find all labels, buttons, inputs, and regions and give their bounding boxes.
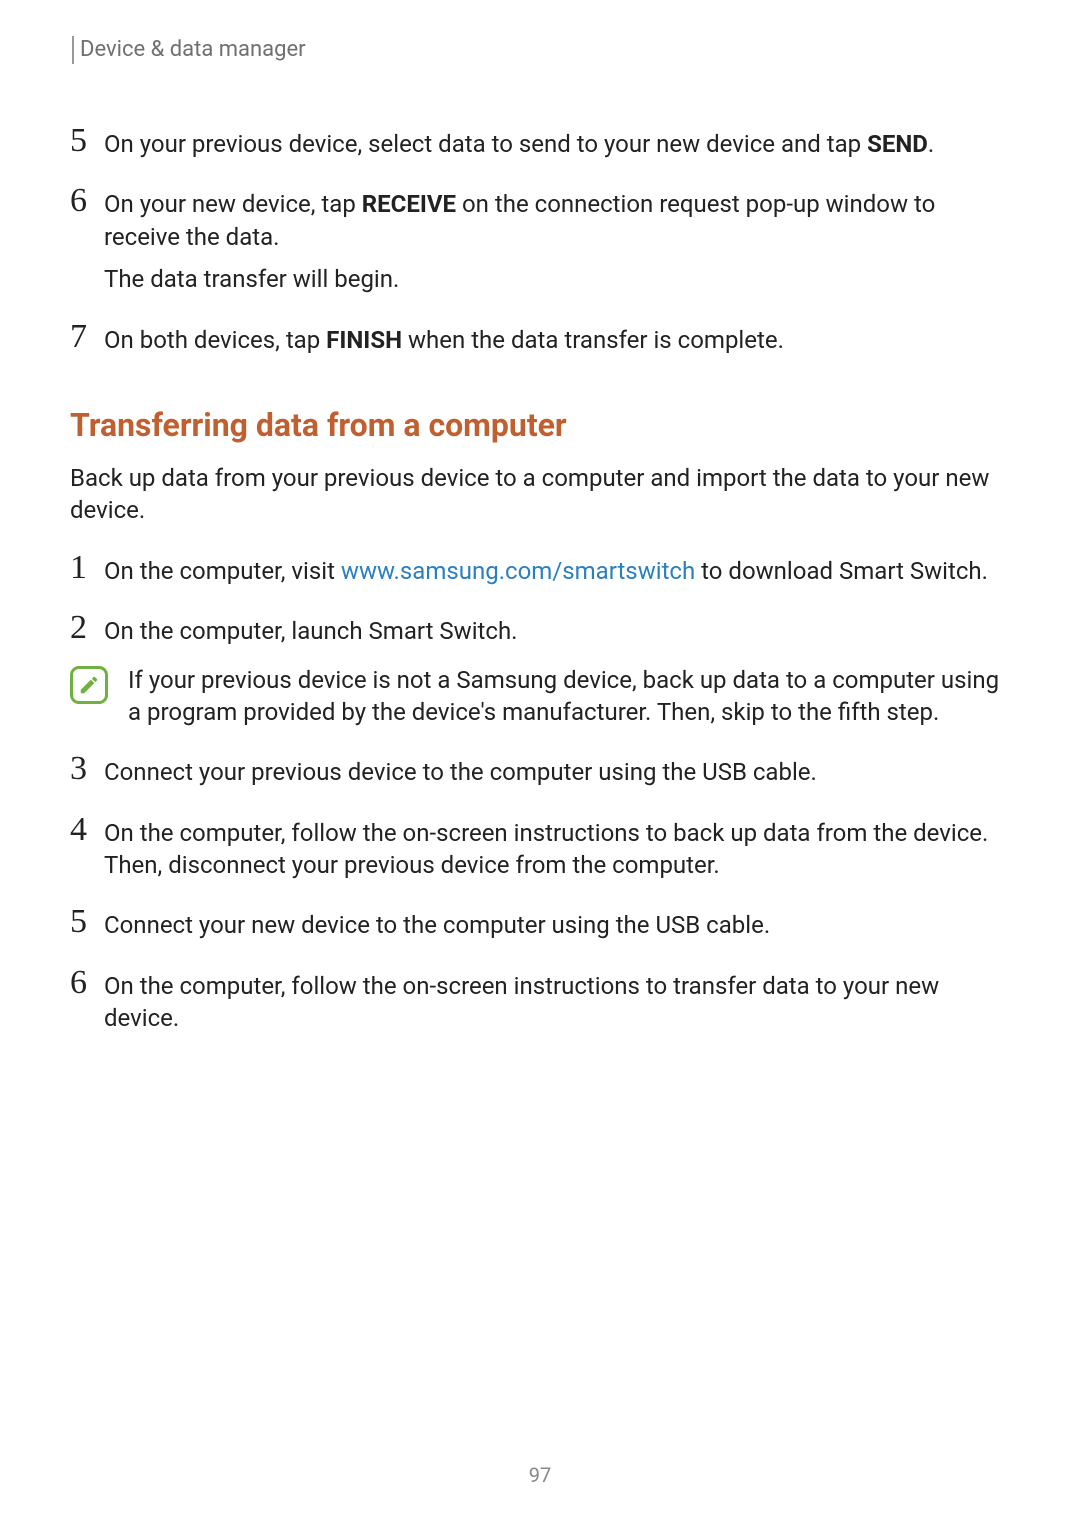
step-number: 4 xyxy=(70,813,104,847)
step-1b: 1 On the computer, visit www.samsung.com… xyxy=(70,551,1010,587)
bold-send: SEND xyxy=(867,130,928,158)
step-body: On the computer, visit www.samsung.com/s… xyxy=(104,551,1010,587)
step-body: Connect your new device to the computer … xyxy=(104,905,1010,941)
step-text: On the computer, visit xyxy=(104,557,341,585)
step-3b: 3 Connect your previous device to the co… xyxy=(70,752,1010,788)
header-section-label: Device & data manager xyxy=(72,36,306,64)
step-body: On both devices, tap FINISH when the dat… xyxy=(104,320,1010,356)
note-body: If your previous device is not a Samsung… xyxy=(114,664,1010,729)
step-text: The data transfer will begin. xyxy=(104,263,1010,295)
step-text: On your previous device, select data to … xyxy=(104,130,867,158)
step-text: Connect your previous device to the comp… xyxy=(104,756,1010,788)
step-5a: 5 On your previous device, select data t… xyxy=(70,124,1010,160)
step-6a: 6 On your new device, tap RECEIVE on the… xyxy=(70,184,1010,295)
page-content: 5 On your previous device, select data t… xyxy=(70,100,1010,1035)
step-body: On your new device, tap RECEIVE on the c… xyxy=(104,184,1010,295)
step-number: 6 xyxy=(70,184,104,218)
step-2b: 2 On the computer, launch Smart Switch. xyxy=(70,611,1010,647)
note-icon xyxy=(70,666,108,704)
step-body: On the computer, follow the on-screen in… xyxy=(104,966,1010,1035)
bold-receive: RECEIVE xyxy=(362,190,456,218)
step-number: 3 xyxy=(70,752,104,786)
step-7a: 7 On both devices, tap FINISH when the d… xyxy=(70,320,1010,356)
step-body: On your previous device, select data to … xyxy=(104,124,1010,160)
step-text: . xyxy=(928,130,934,158)
pencil-icon xyxy=(78,674,100,696)
note-row: If your previous device is not a Samsung… xyxy=(70,664,1010,729)
step-text: On the computer, follow the on-screen in… xyxy=(104,817,1010,882)
step-text: Connect your new device to the computer … xyxy=(104,909,1010,941)
note-icon-wrap xyxy=(70,664,114,704)
step-text: On both devices, tap xyxy=(104,326,326,354)
step-text: when the data transfer is complete. xyxy=(402,326,784,354)
step-5b: 5 Connect your new device to the compute… xyxy=(70,905,1010,941)
step-body: Connect your previous device to the comp… xyxy=(104,752,1010,788)
step-text: On your new device, tap xyxy=(104,190,362,218)
page-number: 97 xyxy=(0,1463,1080,1487)
step-text: On the computer, follow the on-screen in… xyxy=(104,970,1010,1035)
step-number: 7 xyxy=(70,320,104,354)
section-title: Transferring data from a computer xyxy=(70,406,1010,444)
step-number: 6 xyxy=(70,966,104,1000)
step-number: 5 xyxy=(70,124,104,158)
smartswitch-link[interactable]: www.samsung.com/smartswitch xyxy=(341,557,695,585)
bold-finish: FINISH xyxy=(326,326,402,354)
step-4b: 4 On the computer, follow the on-screen … xyxy=(70,813,1010,882)
step-6b: 6 On the computer, follow the on-screen … xyxy=(70,966,1010,1035)
step-number: 1 xyxy=(70,551,104,585)
step-text: to download Smart Switch. xyxy=(695,557,988,585)
step-number: 2 xyxy=(70,611,104,645)
step-text: On the computer, launch Smart Switch. xyxy=(104,615,1010,647)
step-body: On the computer, launch Smart Switch. xyxy=(104,611,1010,647)
step-body: On the computer, follow the on-screen in… xyxy=(104,813,1010,882)
step-number: 5 xyxy=(70,905,104,939)
page: Device & data manager 5 On your previous… xyxy=(0,0,1080,1527)
section-intro: Back up data from your previous device t… xyxy=(70,462,1010,527)
